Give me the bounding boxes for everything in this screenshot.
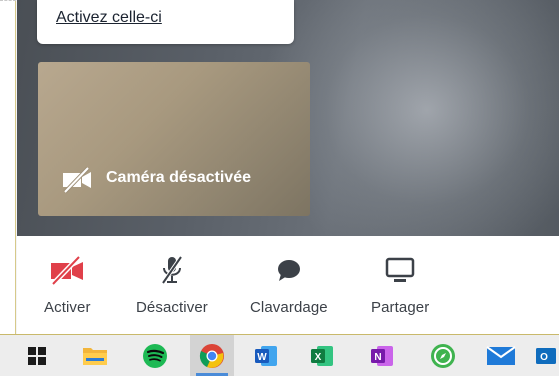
video-stage: Activez celle-ci Caméra désactivée	[17, 0, 559, 236]
activate-link[interactable]: Activez celle-ci	[56, 9, 162, 27]
taskbar-file-explorer[interactable]	[73, 335, 117, 376]
video-toggle-label: Activer	[44, 299, 91, 316]
chrome-icon	[199, 343, 224, 368]
onenote-icon: N	[371, 345, 393, 366]
taskbar-excel[interactable]: X	[300, 335, 344, 376]
word-icon: W	[255, 345, 277, 366]
taskbar-compass-app[interactable]	[421, 335, 465, 376]
file-explorer-icon	[83, 347, 107, 365]
window-top-edge	[0, 0, 16, 1]
taskbar-outlook[interactable]: O	[533, 335, 559, 376]
chat-button[interactable]: Clavardage	[250, 254, 328, 316]
video-toggle-button[interactable]: Activer	[44, 254, 91, 316]
camera-status-label: Caméra désactivée	[106, 169, 251, 186]
monitor-icon	[385, 257, 415, 282]
taskbar-spotify[interactable]	[133, 335, 177, 376]
chat-label: Clavardage	[250, 299, 328, 316]
mic-toggle-button[interactable]: Désactiver	[136, 254, 208, 316]
taskbar-onenote[interactable]: N	[360, 335, 404, 376]
windows-start-icon	[28, 346, 46, 365]
window-left-edge	[0, 0, 16, 334]
green-compass-app-icon	[431, 343, 455, 368]
mail-icon	[486, 345, 516, 365]
mic-off-icon	[161, 255, 183, 285]
chat-bubble-icon	[277, 260, 300, 281]
taskbar-word[interactable]: W	[244, 335, 288, 376]
svg-text:W: W	[257, 352, 267, 363]
svg-text:O: O	[540, 352, 548, 363]
notice-card: Activez celle-ci	[37, 0, 294, 44]
spotify-icon	[143, 343, 167, 368]
background-blur	[267, 0, 559, 236]
self-view-tile: Caméra désactivée	[38, 62, 310, 216]
camera-off-icon	[63, 166, 91, 194]
svg-text:N: N	[374, 352, 381, 363]
share-label: Partager	[371, 299, 430, 316]
outlook-icon: O	[536, 347, 556, 364]
excel-icon: X	[311, 345, 333, 366]
call-toolbar: Activer Désactiver Clavardage Partager	[17, 236, 559, 334]
svg-text:X: X	[315, 352, 322, 363]
start-button[interactable]	[15, 335, 59, 376]
video-off-icon	[51, 255, 84, 286]
share-button[interactable]: Partager	[371, 254, 429, 316]
taskbar-mail[interactable]	[479, 335, 523, 376]
mic-toggle-label: Désactiver	[136, 299, 208, 316]
taskbar: W X N O	[0, 335, 559, 376]
taskbar-chrome[interactable]	[190, 335, 234, 376]
